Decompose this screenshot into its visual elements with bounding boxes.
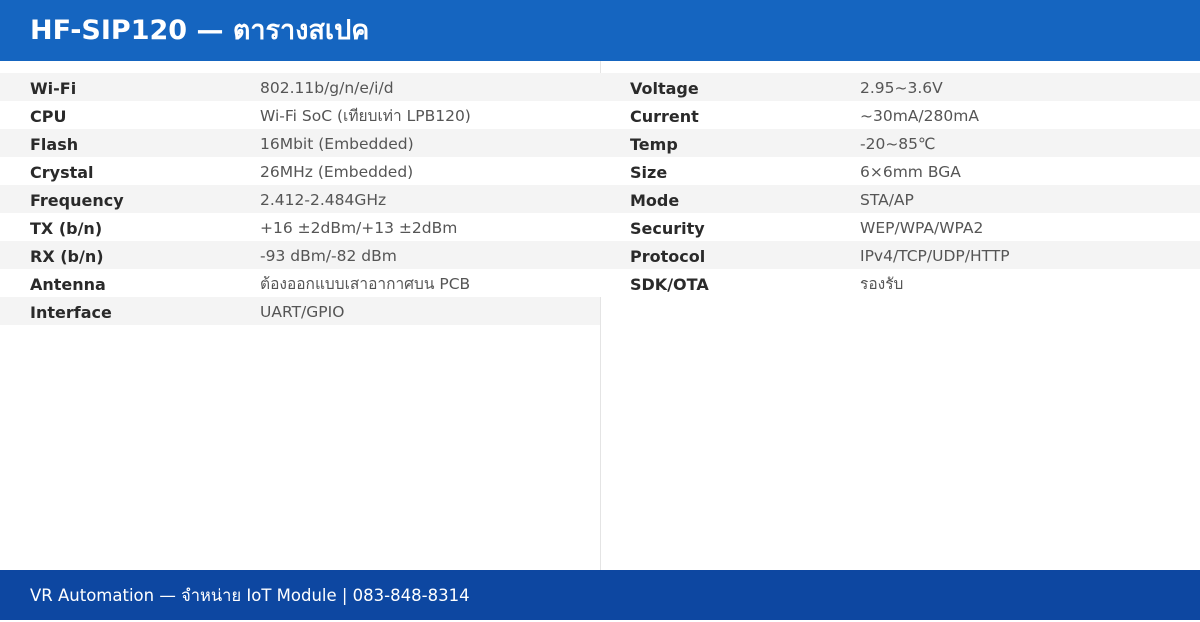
spec-label: Frequency bbox=[30, 191, 124, 210]
spec-value: 6×6mm BGA bbox=[860, 163, 961, 181]
spec-value: รองรับ bbox=[860, 275, 904, 293]
spec-label: Mode bbox=[630, 191, 680, 210]
spec-table-left: Wi-Fi 802.11b/g/n/e/i/d CPU Wi-Fi SoC (เ… bbox=[0, 73, 600, 325]
header-bar: HF-SIP120 — ตารางสเปค bbox=[0, 0, 1200, 61]
spec-value: 2.412-2.484GHz bbox=[260, 191, 387, 209]
spec-row-security: Security WEP/WPA/WPA2 bbox=[600, 213, 1200, 241]
spec-value: ต้องออกแบบเสาอากาศบน PCB bbox=[260, 275, 471, 293]
spec-row-cpu: CPU Wi-Fi SoC (เทียบเท่า LPB120) bbox=[0, 101, 600, 129]
footer-contact-text: VR Automation — จำหน่าย IoT Module | 083… bbox=[30, 586, 470, 605]
spec-label: CPU bbox=[30, 107, 67, 126]
spec-label: Size bbox=[630, 163, 668, 182]
spec-label: Current bbox=[630, 107, 699, 126]
spec-row-crystal: Crystal 26MHz (Embedded) bbox=[0, 157, 600, 185]
spec-value: UART/GPIO bbox=[260, 303, 345, 321]
spec-row-protocol: Protocol IPv4/TCP/UDP/HTTP bbox=[600, 241, 1200, 269]
spec-table-right: Voltage 2.95~3.6V Current ~30mA/280mA Te… bbox=[600, 73, 1200, 297]
spec-row-tx: TX (b/n) +16 ±2dBm/+13 ±2dBm bbox=[0, 213, 600, 241]
spec-label: RX (b/n) bbox=[30, 247, 104, 266]
spec-row-antenna: Antenna ต้องออกแบบเสาอากาศบน PCB bbox=[0, 269, 600, 297]
spec-row-voltage: Voltage 2.95~3.6V bbox=[600, 73, 1200, 101]
spec-label: Antenna bbox=[30, 275, 106, 294]
spec-value: 26MHz (Embedded) bbox=[260, 163, 414, 181]
spec-value: 802.11b/g/n/e/i/d bbox=[260, 79, 394, 97]
spec-label: Interface bbox=[30, 303, 112, 322]
footer-bar: VR Automation — จำหน่าย IoT Module | 083… bbox=[0, 570, 1200, 620]
spec-row-temp: Temp -20~85℃ bbox=[600, 129, 1200, 157]
spec-label: Security bbox=[630, 219, 705, 238]
spec-value: Wi-Fi SoC (เทียบเท่า LPB120) bbox=[260, 107, 471, 125]
spec-label: Temp bbox=[630, 135, 678, 154]
spec-value: ~30mA/280mA bbox=[860, 107, 979, 125]
spec-row-flash: Flash 16Mbit (Embedded) bbox=[0, 129, 600, 157]
spec-row-size: Size 6×6mm BGA bbox=[600, 157, 1200, 185]
spec-row-interface: Interface UART/GPIO bbox=[0, 297, 600, 325]
spec-label: Wi-Fi bbox=[30, 79, 77, 98]
spec-value: 2.95~3.6V bbox=[860, 79, 943, 97]
spec-label: Voltage bbox=[630, 79, 699, 98]
spec-row-frequency: Frequency 2.412-2.484GHz bbox=[0, 185, 600, 213]
spec-value: -93 dBm/-82 dBm bbox=[260, 247, 397, 265]
spec-value: STA/AP bbox=[860, 191, 914, 209]
spec-value: +16 ±2dBm/+13 ±2dBm bbox=[260, 219, 458, 237]
page-title: HF-SIP120 — ตารางสเปค bbox=[30, 15, 370, 46]
spec-row-current: Current ~30mA/280mA bbox=[600, 101, 1200, 129]
spec-row-wifi: Wi-Fi 802.11b/g/n/e/i/d bbox=[0, 73, 600, 101]
spec-row-sdk-ota: SDK/OTA รองรับ bbox=[600, 269, 1200, 297]
spec-value: -20~85℃ bbox=[860, 135, 936, 153]
spec-label: Crystal bbox=[30, 163, 94, 182]
spec-row-mode: Mode STA/AP bbox=[600, 185, 1200, 213]
spec-value: 16Mbit (Embedded) bbox=[260, 135, 414, 153]
spec-label: TX (b/n) bbox=[30, 219, 103, 238]
spec-row-rx: RX (b/n) -93 dBm/-82 dBm bbox=[0, 241, 600, 269]
spec-label: Protocol bbox=[630, 247, 706, 266]
spec-label: Flash bbox=[30, 135, 79, 154]
spec-label: SDK/OTA bbox=[630, 275, 709, 294]
spec-value: WEP/WPA/WPA2 bbox=[860, 219, 984, 237]
spec-value: IPv4/TCP/UDP/HTTP bbox=[860, 247, 1010, 265]
